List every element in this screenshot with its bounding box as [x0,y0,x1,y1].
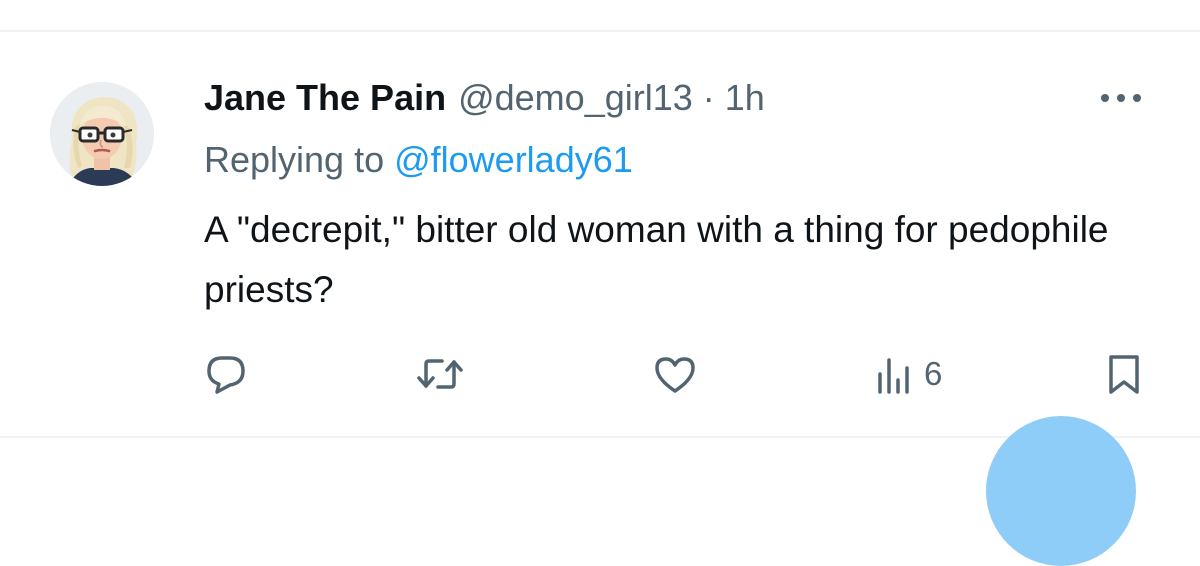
like-button[interactable] [652,352,698,396]
tweet-text: A "decrepit," bitter old woman with a th… [204,209,1109,310]
views-count: 6 [924,355,943,392]
views-bar-chart-icon [878,358,909,394]
bookmark-icon [1109,355,1139,394]
retweet-button[interactable] [416,352,464,396]
display-name[interactable]: Jane The Pain [204,78,446,118]
replying-to-mention-link[interactable]: @flowerlady61 [394,139,633,180]
top-divider [0,30,1200,32]
more-horizontal-icon[interactable] [1098,88,1144,108]
tweet-header: Jane The Pain @demo_girl13 · 1h [204,78,765,118]
timestamp[interactable]: 1h [725,78,765,118]
bitmoji-avatar-icon [50,82,154,186]
replying-to-label: Replying to [204,139,385,180]
reply-bubble-icon [207,356,245,394]
views-button[interactable]: 6 [876,352,942,396]
retweet-icon [417,359,463,389]
heart-icon [655,357,695,393]
user-handle[interactable]: @demo_girl13 [458,78,693,118]
replying-to-line: Replying to @flowerlady61 [204,140,633,180]
compose-fab-button[interactable] [986,416,1136,566]
bookmark-button[interactable] [1104,352,1144,396]
separator-dot: · [702,77,715,118]
reply-button[interactable] [204,352,248,396]
avatar[interactable] [50,82,154,186]
